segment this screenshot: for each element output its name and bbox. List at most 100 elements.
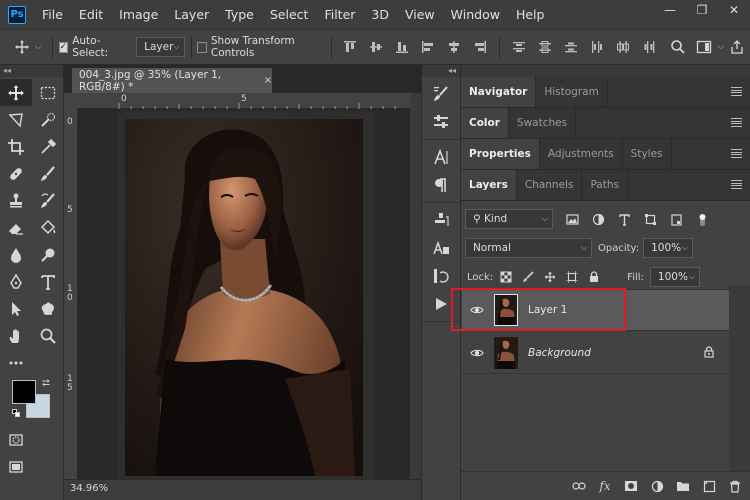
swap-colors-icon[interactable]: ⮂: [42, 378, 50, 389]
tool-preset-chevron-icon[interactable]: ⌵: [35, 42, 42, 52]
tab-histogram[interactable]: Histogram: [536, 77, 608, 107]
visibility-eye-icon[interactable]: [462, 348, 492, 358]
align-left-icon[interactable]: [420, 39, 436, 55]
clone-source-icon[interactable]: [427, 206, 455, 234]
menu-layer[interactable]: Layer: [166, 0, 217, 29]
blend-mode-dropdown[interactable]: Normal ⌵: [465, 238, 592, 258]
tab-layers[interactable]: Layers: [461, 170, 517, 200]
search-icon[interactable]: [670, 39, 686, 55]
menu-edit[interactable]: Edit: [71, 0, 111, 29]
menu-image[interactable]: Image: [111, 0, 166, 29]
character-panel-icon[interactable]: [427, 143, 455, 171]
adjustment-layer-icon[interactable]: [650, 479, 664, 493]
share-icon[interactable]: [729, 39, 745, 55]
vertical-scrollbar[interactable]: [410, 93, 421, 479]
lock-artboard-icon[interactable]: [565, 270, 579, 284]
menu-select[interactable]: Select: [262, 0, 317, 29]
tab-navigator[interactable]: Navigator: [461, 77, 537, 107]
align-top-icon[interactable]: [342, 39, 358, 55]
panel-menu-icon[interactable]: [731, 180, 742, 189]
tab-paths[interactable]: Paths: [582, 170, 628, 200]
distribute-hcenter-icon[interactable]: [615, 39, 631, 55]
paragraph-panel-icon[interactable]: [427, 171, 455, 199]
clone-stamp-tool-icon[interactable]: [0, 187, 32, 214]
opacity-field[interactable]: 100% ⌵: [643, 238, 694, 258]
panel-menu-icon[interactable]: [731, 118, 742, 127]
filter-pixel-icon[interactable]: [565, 212, 579, 226]
layer-name[interactable]: Background: [528, 347, 591, 359]
pen-tool-icon[interactable]: [0, 268, 32, 295]
link-layers-icon[interactable]: [572, 479, 586, 493]
blur-tool-icon[interactable]: [0, 241, 32, 268]
character-styles-icon[interactable]: [427, 234, 455, 262]
filter-smart-object-icon[interactable]: [669, 212, 683, 226]
eraser-tool-icon[interactable]: [0, 214, 32, 241]
filter-kind-dropdown[interactable]: ⚲ Kind ⌵: [465, 209, 553, 229]
panel-collapse-strip[interactable]: [461, 65, 750, 77]
close-button[interactable]: ✕: [718, 0, 750, 20]
eyedropper-tool-icon[interactable]: [32, 133, 64, 160]
filter-adjustment-icon[interactable]: [591, 212, 605, 226]
panel-menu-icon[interactable]: [731, 149, 742, 158]
distribute-left-icon[interactable]: [589, 39, 605, 55]
default-colors-icon[interactable]: [12, 409, 20, 417]
align-vcenter-icon[interactable]: [368, 39, 384, 55]
workspace-chevron-icon[interactable]: ⌵: [717, 42, 724, 52]
move-tool-icon[interactable]: [0, 79, 32, 106]
menu-window[interactable]: Window: [443, 0, 508, 29]
quick-mask-icon[interactable]: [0, 426, 32, 453]
lock-all-icon[interactable]: [587, 270, 601, 284]
tab-swatches[interactable]: Swatches: [509, 108, 577, 138]
minimize-button[interactable]: —: [654, 0, 686, 20]
align-hcenter-icon[interactable]: [446, 39, 462, 55]
zoom-tool-icon[interactable]: [32, 322, 64, 349]
new-group-icon[interactable]: [676, 479, 690, 493]
marquee-tool-icon[interactable]: [32, 79, 64, 106]
document-tab[interactable]: 004_3.jpg @ 35% (Layer 1, RGB/8#) * ×: [72, 68, 272, 93]
distribute-right-icon[interactable]: [641, 39, 657, 55]
tab-adjustments[interactable]: Adjustments: [540, 139, 623, 169]
healing-brush-tool-icon[interactable]: [0, 160, 32, 187]
distribute-top-icon[interactable]: [511, 39, 527, 55]
history-brush-tool-icon[interactable]: [32, 187, 64, 214]
close-tab-icon[interactable]: ×: [264, 75, 272, 86]
brush-settings-icon[interactable]: [427, 80, 455, 108]
fill-field[interactable]: 100% ⌵: [649, 267, 700, 287]
panel-menu-icon[interactable]: [731, 87, 742, 96]
menu-view[interactable]: View: [397, 0, 443, 29]
delete-layer-icon[interactable]: [728, 479, 742, 493]
hand-tool-icon[interactable]: [0, 322, 32, 349]
brush-tool-icon[interactable]: [32, 160, 64, 187]
quick-selection-tool-icon[interactable]: [32, 106, 64, 133]
custom-shape-tool-icon[interactable]: [32, 295, 64, 322]
tab-properties[interactable]: Properties: [461, 139, 540, 169]
portrait-photo[interactable]: [125, 119, 363, 476]
screen-mode-icon[interactable]: [0, 453, 32, 480]
add-mask-icon[interactable]: [624, 479, 638, 493]
dodge-tool-icon[interactable]: [32, 241, 64, 268]
move-tool-icon[interactable]: [14, 39, 30, 55]
brush-presets-icon[interactable]: [427, 108, 455, 136]
distribute-vcenter-icon[interactable]: [537, 39, 553, 55]
menu-file[interactable]: File: [34, 0, 71, 29]
filter-toggle-icon[interactable]: [695, 212, 709, 226]
zoom-level[interactable]: 34.96%: [70, 483, 108, 494]
layer-row-background[interactable]: Background: [462, 332, 729, 374]
align-bottom-icon[interactable]: [394, 39, 410, 55]
new-layer-icon[interactable]: [702, 479, 716, 493]
align-right-icon[interactable]: [472, 39, 488, 55]
lock-pixels-icon[interactable]: [521, 270, 535, 284]
collapse-arrows-icon[interactable]: ◂◂: [0, 65, 63, 77]
menu-help[interactable]: Help: [508, 0, 553, 29]
more-tools-icon[interactable]: [0, 349, 32, 376]
vertical-ruler[interactable]: 0 5 1 0 1 5: [64, 109, 78, 479]
distribute-bottom-icon[interactable]: [563, 39, 579, 55]
menu-type[interactable]: Type: [217, 0, 262, 29]
type-tool-icon[interactable]: [32, 268, 64, 295]
lock-position-icon[interactable]: [543, 270, 557, 284]
filter-type-icon[interactable]: [617, 212, 631, 226]
tab-channels[interactable]: Channels: [517, 170, 583, 200]
workspace-icon[interactable]: [696, 39, 712, 55]
menu-filter[interactable]: Filter: [316, 0, 363, 29]
paint-bucket-tool-icon[interactable]: [32, 214, 64, 241]
